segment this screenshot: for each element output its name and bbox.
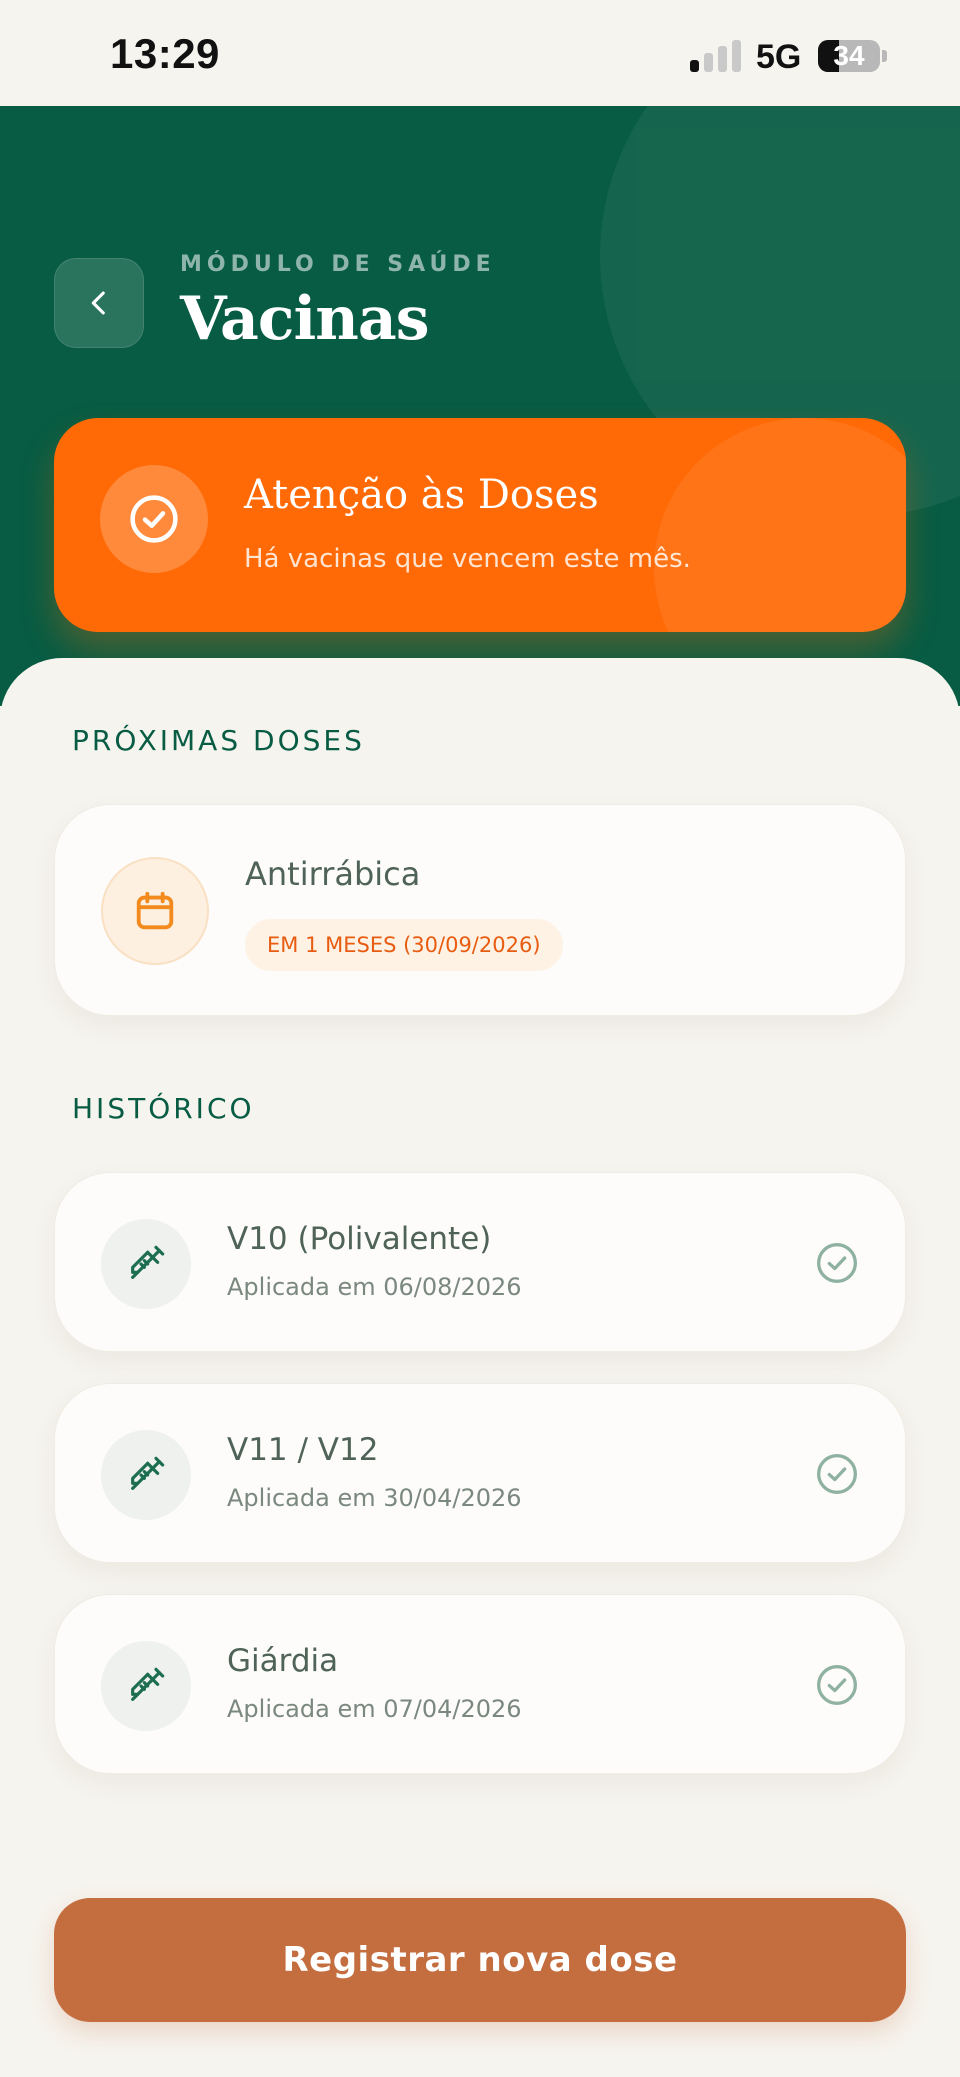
upcoming-dose-card[interactable]: Antirrábica EM 1 MESES (30/09/2026) [54,804,906,1016]
register-dose-button[interactable]: Registrar nova dose [54,1898,906,2022]
alert-decoration [654,418,906,632]
syringe-icon [131,1667,165,1701]
network-type: 5G [756,38,802,76]
vaccine-name: V11 / V12 [227,1432,379,1468]
signal-strength-icon [690,40,742,72]
syringe-icon [131,1245,165,1279]
check-circle-icon [817,1454,857,1494]
back-button[interactable] [54,258,144,348]
status-time: 13:29 [110,30,220,77]
battery-percent: 34 [833,40,865,71]
dose-alert-card[interactable]: Atenção às Doses Há vacinas que vencem e… [54,418,906,632]
syringe-icon-circle [101,1219,191,1309]
vaccine-name: Giárdia [227,1643,339,1679]
vaccine-name: V10 (Polivalente) [227,1221,492,1257]
check-circle-icon [817,1665,857,1705]
calendar-icon-circle [101,857,209,965]
calendar-icon [136,891,174,930]
upcoming-vaccine-name: Antirrábica [245,855,421,893]
alert-icon-circle [100,465,208,573]
history-item[interactable]: V11 / V12 Aplicada em 30/04/2026 [54,1383,906,1563]
history-heading: HISTÓRICO [72,1092,255,1125]
applied-date: Aplicada em 06/08/2026 [227,1273,522,1301]
due-date-badge: EM 1 MESES (30/09/2026) [245,919,563,971]
upcoming-doses-heading: PRÓXIMAS DOSES [72,724,365,757]
battery-nub [882,50,887,62]
battery-icon: 34 [818,40,880,72]
syringe-icon-circle [101,1641,191,1731]
syringe-icon-circle [101,1430,191,1520]
module-label: MÓDULO DE SAÚDE [180,252,496,277]
applied-date: Aplicada em 30/04/2026 [227,1484,522,1512]
check-circle-icon [817,1243,857,1283]
page-title: Vacinas [180,284,430,354]
alert-title: Atenção às Doses [244,472,599,518]
history-item[interactable]: V10 (Polivalente) Aplicada em 06/08/2026 [54,1172,906,1352]
check-circle-icon [130,495,178,543]
chevron-left-icon [91,291,105,315]
syringe-icon [131,1456,165,1490]
alert-subtitle: Há vacinas que vencem este mês. [244,544,691,574]
history-item[interactable]: Giárdia Aplicada em 07/04/2026 [54,1594,906,1774]
applied-date: Aplicada em 07/04/2026 [227,1695,522,1723]
status-bar: 13:29 5G 34 [0,0,960,106]
